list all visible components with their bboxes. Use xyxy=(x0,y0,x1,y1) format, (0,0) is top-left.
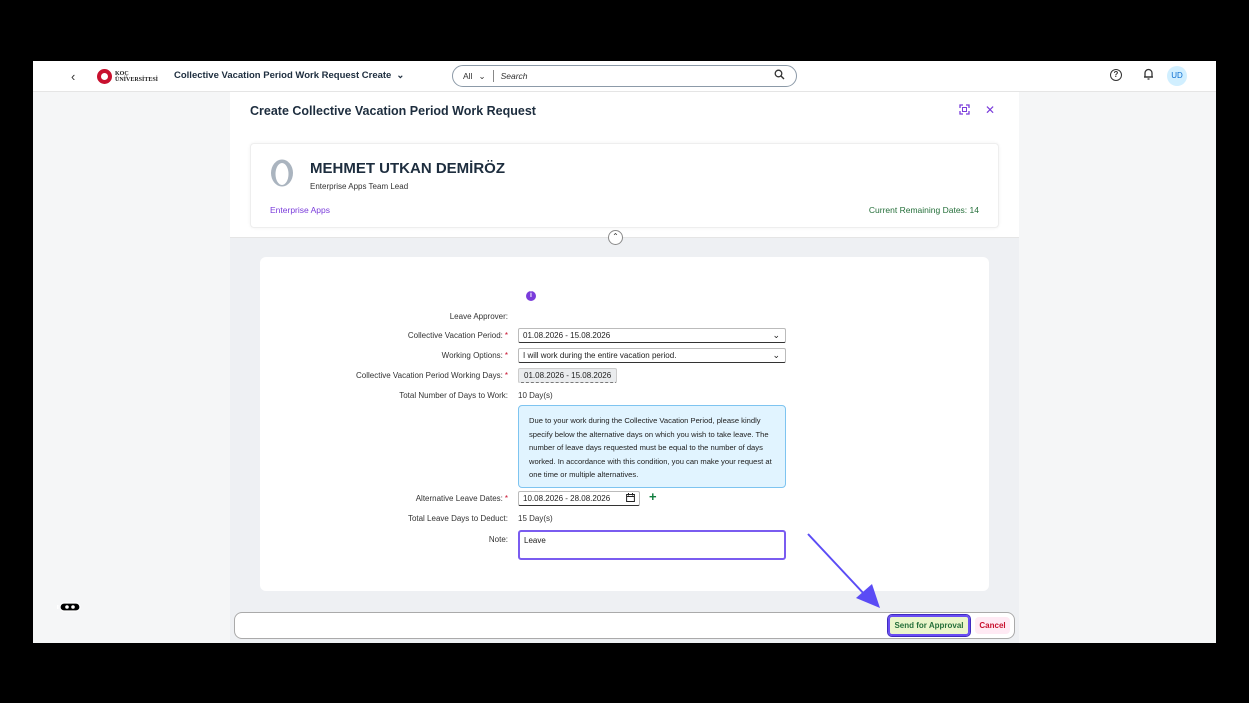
help-icon[interactable]: ? xyxy=(1110,69,1122,81)
search-input[interactable]: Search xyxy=(494,71,774,81)
bell-icon[interactable] xyxy=(1143,68,1154,83)
shell-bar: ‹ KOÇ ÜNİVERSİTESİ Collective Vacation P… xyxy=(33,61,1216,92)
search-scope-label: All xyxy=(463,71,473,81)
period-label-text: Collective Vacation Period: xyxy=(407,331,503,340)
alt-dates-label-text: Alternative Leave Dates: xyxy=(415,494,503,503)
user-avatar[interactable]: UD xyxy=(1167,66,1187,86)
info-notice: Due to your work during the Collective V… xyxy=(518,405,786,488)
chevron-down-icon: ⌄ xyxy=(478,70,486,81)
employee-name: MEHMET UTKAN DEMİRÖZ xyxy=(310,160,505,177)
dialog-header: Create Collective Vacation Period Work R… xyxy=(230,92,1019,238)
chevron-down-icon: ⌄ xyxy=(772,350,780,360)
search-icon[interactable] xyxy=(774,69,796,83)
working-days-label: Collective Vacation Period Working Days:… xyxy=(356,371,508,380)
remaining-dates: Current Remaining Dates: 14 xyxy=(868,205,979,215)
required-marker: * xyxy=(504,494,508,503)
deduct-label: Total Leave Days to Deduct: xyxy=(407,514,508,523)
working-days-label-text: Collective Vacation Period Working Days: xyxy=(355,371,503,380)
search-scope-select[interactable]: All ⌄ xyxy=(453,70,494,82)
app-title-menu[interactable]: Collective Vacation Period Work Request … xyxy=(174,70,404,81)
calendar-icon[interactable] xyxy=(626,493,635,504)
logo-text: KOÇ ÜNİVERSİTESİ xyxy=(115,71,158,83)
working-options-select[interactable]: I will work during the entire vacation p… xyxy=(518,348,786,363)
logo-mark xyxy=(97,69,112,84)
alt-dates-value: 10.08.2026 - 28.08.2026 xyxy=(523,494,611,503)
working-days-token[interactable]: 01.08.2026 - 15.08.2026 xyxy=(518,368,618,383)
chevron-down-icon: ⌄ xyxy=(396,70,405,81)
chevron-up-icon: ⌃ xyxy=(612,232,619,241)
leave-approver-label: Leave Approver: xyxy=(449,312,508,321)
note-label: Note: xyxy=(488,535,508,544)
working-options-label-text: Working Options: xyxy=(441,351,503,360)
request-form: i Leave Approver: Collective Vacation Pe… xyxy=(260,257,989,591)
app-screen: ‹ KOÇ ÜNİVERSİTESİ Collective Vacation P… xyxy=(33,61,1216,643)
create-request-dialog: Create Collective Vacation Period Work R… xyxy=(230,92,1019,643)
add-icon[interactable]: + xyxy=(649,489,657,504)
app-title: Collective Vacation Period Work Request … xyxy=(174,70,392,81)
info-icon[interactable]: i xyxy=(526,291,536,301)
logo-text-line2: ÜNİVERSİTESİ xyxy=(115,76,159,83)
employee-card: MEHMET UTKAN DEMİRÖZ Enterprise Apps Tea… xyxy=(250,143,999,228)
send-for-approval-button[interactable]: Send for Approval xyxy=(887,614,971,637)
chevron-down-icon: ⌄ xyxy=(772,330,780,340)
employee-role: Enterprise Apps Team Lead xyxy=(310,182,409,191)
period-label: Collective Vacation Period: * xyxy=(408,331,508,340)
deduct-value: 15 Day(s) xyxy=(518,514,553,523)
required-marker: * xyxy=(504,351,508,360)
person-placeholder-icon xyxy=(271,159,293,187)
required-marker: * xyxy=(504,371,508,380)
dialog-title: Create Collective Vacation Period Work R… xyxy=(250,104,536,118)
search-field[interactable]: All ⌄ Search xyxy=(452,65,797,87)
working-options-label: Working Options: * xyxy=(442,351,508,360)
employee-department-link[interactable]: Enterprise Apps xyxy=(270,205,330,215)
alt-dates-label: Alternative Leave Dates: * xyxy=(416,494,508,503)
note-textarea[interactable]: Leave xyxy=(518,530,786,560)
working-options-value: I will work during the entire vacation p… xyxy=(523,351,677,360)
university-logo[interactable]: KOÇ ÜNİVERSİTESİ xyxy=(97,69,158,84)
joule-assistant-icon[interactable] xyxy=(57,602,81,612)
period-value: 01.08.2026 - 15.08.2026 xyxy=(523,331,611,340)
chevron-left-icon[interactable]: ‹ xyxy=(71,69,75,84)
total-days-value: 10 Day(s) xyxy=(518,391,553,400)
cancel-button[interactable]: Cancel xyxy=(975,617,1010,634)
collapse-header-button[interactable]: ⌃ xyxy=(608,230,623,245)
required-marker: * xyxy=(504,331,508,340)
alt-dates-input[interactable]: 10.08.2026 - 28.08.2026 xyxy=(518,491,640,506)
fullscreen-icon[interactable] xyxy=(959,104,970,118)
period-select[interactable]: 01.08.2026 - 15.08.2026 ⌄ xyxy=(518,328,786,343)
dialog-footer: Send for Approval Cancel xyxy=(234,612,1015,639)
close-icon[interactable]: ✕ xyxy=(985,103,995,117)
total-days-label: Total Number of Days to Work: xyxy=(399,391,508,400)
